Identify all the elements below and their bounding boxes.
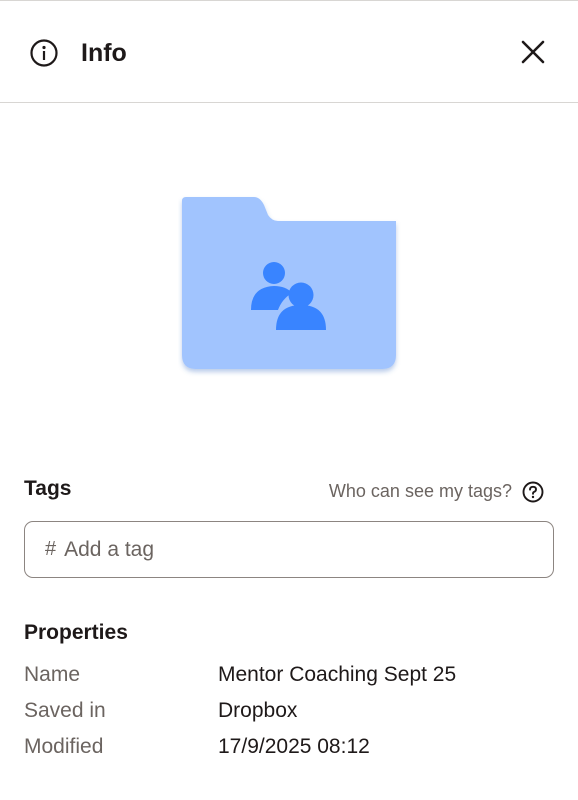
property-row-modified: Modified 17/9/2025 08:12 — [24, 732, 554, 762]
question-circle-icon[interactable] — [521, 480, 545, 504]
property-value: 17/9/2025 08:12 — [218, 735, 370, 758]
panel-header: Info — [0, 1, 578, 103]
property-key: Saved in — [24, 699, 106, 722]
close-icon — [521, 40, 545, 64]
property-value: Mentor Coaching Sept 25 — [218, 663, 457, 686]
tags-visibility-link[interactable]: Who can see my tags? — [329, 478, 512, 504]
property-row-name: Name Mentor Coaching Sept 25 — [24, 660, 554, 690]
hash-icon: # — [45, 538, 57, 560]
add-tag-input[interactable] — [64, 537, 505, 562]
shared-folder-preview — [178, 193, 402, 377]
shared-folder-icon — [182, 197, 396, 369]
property-row-saved-in: Saved in Dropbox — [24, 696, 554, 726]
property-key: Modified — [24, 735, 104, 758]
tag-input-field[interactable]: # — [24, 521, 554, 578]
info-panel: Info Tags Who can see my tags? # Add a t… — [0, 0, 578, 800]
property-key: Name — [24, 663, 81, 686]
close-button[interactable] — [512, 31, 554, 73]
tags-heading: Tags — [24, 477, 72, 500]
property-value: Dropbox — [218, 699, 298, 722]
properties-heading: Properties — [24, 621, 128, 644]
panel-title: Info — [81, 39, 127, 67]
info-circle-icon — [30, 39, 58, 67]
